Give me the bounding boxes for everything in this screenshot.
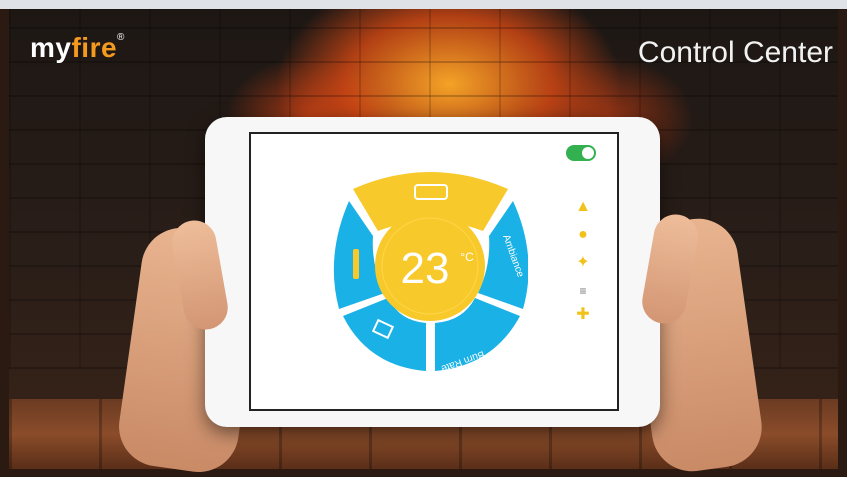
tablet-screen: 23 °C Ambiance Burn Rate ▲ ● ✦ ≡ ✚ <box>249 132 619 411</box>
settings-icon[interactable]: ✚ <box>573 307 593 323</box>
candle-icon <box>353 249 359 279</box>
myfire-logo: myfire® <box>30 32 125 64</box>
flame-icon[interactable]: ▲ <box>573 199 593 215</box>
page-title: Control Center <box>637 36 833 69</box>
separator-icon: ≡ <box>579 284 587 298</box>
logo-prefix: my <box>30 32 72 63</box>
control-dial: 23 °C Ambiance Burn Rate <box>333 161 529 374</box>
bulb-icon[interactable]: ● <box>573 227 593 243</box>
temperature-unit: °C <box>460 250 474 264</box>
temperature-value: 23 <box>401 244 450 293</box>
logo-fire: fire <box>71 32 118 63</box>
tablet-device: 23 °C Ambiance Burn Rate ▲ ● ✦ ≡ ✚ <box>205 117 660 427</box>
logo-registered-mark: ® <box>117 32 125 43</box>
window-top-border <box>0 0 847 9</box>
dial-svg: 23 °C Ambiance Burn Rate <box>333 172 529 374</box>
toggle-knob <box>582 147 594 159</box>
sparkle-icon[interactable]: ✦ <box>573 255 593 271</box>
power-toggle[interactable] <box>566 145 596 161</box>
